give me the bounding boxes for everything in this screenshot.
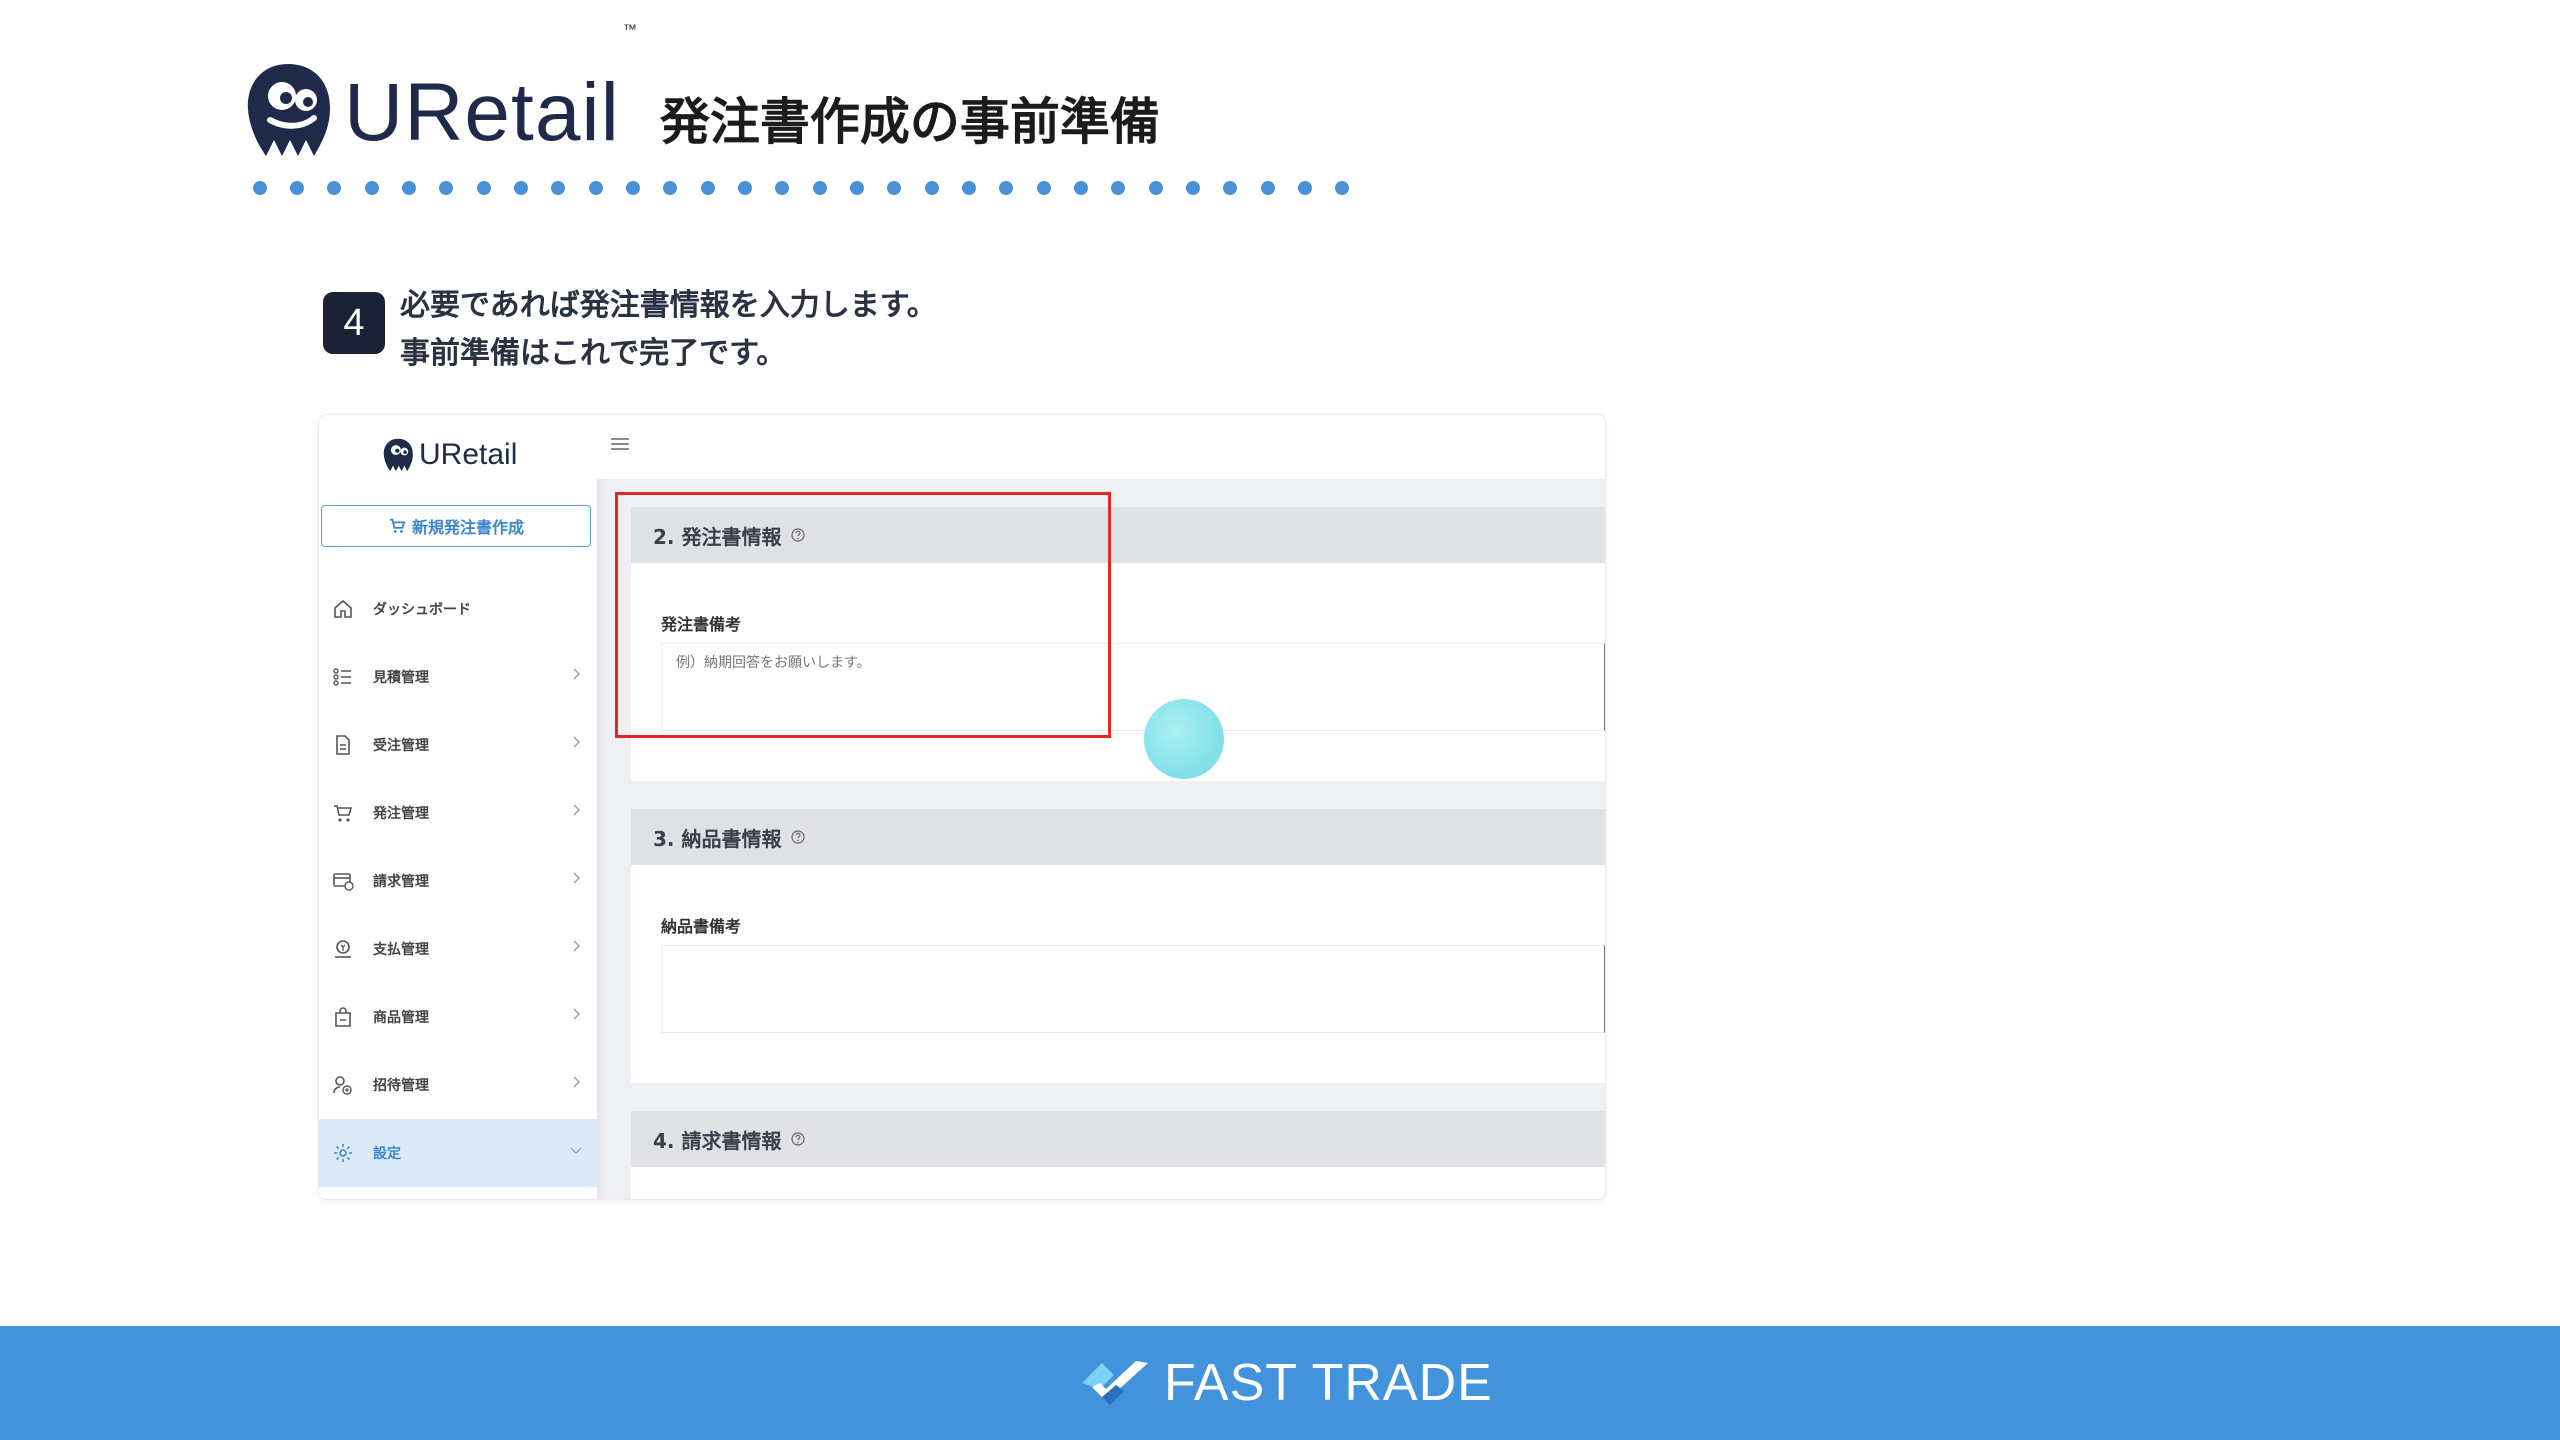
new-order-button[interactable]: 新規発注書作成	[321, 505, 591, 547]
chevron-right-icon	[573, 940, 580, 952]
payment-icon	[331, 937, 355, 961]
chevron-right-icon	[573, 736, 580, 748]
delivery-remarks-input[interactable]	[661, 945, 1605, 1033]
app-logo-text: URetail	[419, 438, 518, 471]
chevron-right-icon	[573, 1076, 580, 1088]
sidebar-item-dashboard[interactable]: ダッシュボード	[319, 575, 597, 643]
help-icon[interactable]	[791, 830, 806, 844]
home-icon	[331, 597, 355, 621]
sidebar-item-settings[interactable]: 設定	[319, 1119, 597, 1187]
hamburger-menu-icon[interactable]	[611, 437, 629, 451]
section-body-delivery-info: 納品書備考	[631, 865, 1605, 1083]
sidebar-item-purchase-orders[interactable]: 発注管理	[319, 779, 597, 847]
sidebar-item-invoices[interactable]: 請求管理	[319, 847, 597, 915]
brand-name: URetail™	[344, 21, 638, 158]
step-number-badge: 4	[323, 292, 385, 354]
section-body-invoice-info	[631, 1167, 1605, 1199]
click-indicator	[1144, 699, 1224, 779]
sidebar-item-invitations[interactable]: 招待管理	[319, 1051, 597, 1119]
gear-icon	[331, 1141, 355, 1165]
app-logo[interactable]: URetail	[381, 425, 517, 485]
invoice-icon	[331, 869, 355, 893]
sidebar-item-quotes[interactable]: 見積管理	[319, 643, 597, 711]
instruction-line-1: 必要であれば発注書情報を入力します。	[400, 288, 937, 323]
document-icon	[331, 733, 355, 757]
footer-brand-text: FAST TRADE	[1164, 1354, 1493, 1412]
sidebar-item-received-orders[interactable]: 受注管理	[319, 711, 597, 779]
product-bag-icon	[331, 1005, 355, 1029]
sidebar-item-payments[interactable]: 支払管理	[319, 915, 597, 983]
section-header-delivery-info: 3. 納品書情報	[631, 809, 1605, 865]
sidebar-item-products[interactable]: 商品管理	[319, 983, 597, 1051]
slide-header: URetail™ 発注書作成の事前準備	[240, 21, 1160, 160]
dotted-divider	[253, 181, 1349, 195]
invite-user-icon	[331, 1073, 355, 1097]
instruction-line-2: 事前準備はこれで完了です。	[400, 336, 787, 371]
chevron-right-icon	[573, 872, 580, 884]
footer-brand: FAST TRADE	[1078, 1348, 1493, 1418]
footer-bar: FAST TRADE	[0, 1326, 2560, 1440]
cart-icon	[331, 801, 355, 825]
chevron-down-icon	[570, 1147, 582, 1154]
step-instruction: 必要であれば発注書情報を入力します。 事前準備はこれで完了です。	[400, 282, 937, 378]
cart-icon	[389, 518, 406, 533]
sidebar: URetail 新規発注書作成 ダッシュボード 見積管理 受注管理 発注管理 請…	[319, 415, 597, 1199]
fast-trade-logo-icon	[1082, 1361, 1148, 1405]
uretail-mascot-icon	[247, 64, 330, 156]
list-icon	[331, 665, 355, 689]
delivery-remarks-label: 納品書備考	[661, 917, 742, 936]
chevron-right-icon	[573, 668, 580, 680]
chevron-right-icon	[573, 804, 580, 816]
chevron-right-icon	[573, 1008, 580, 1020]
help-icon[interactable]	[791, 1132, 806, 1146]
slide-title: 発注書作成の事前準備	[659, 93, 1160, 151]
uretail-mascot-icon	[383, 438, 413, 472]
highlight-box	[615, 492, 1111, 738]
section-header-invoice-info: 4. 請求書情報	[631, 1111, 1605, 1167]
top-bar	[597, 415, 1605, 480]
